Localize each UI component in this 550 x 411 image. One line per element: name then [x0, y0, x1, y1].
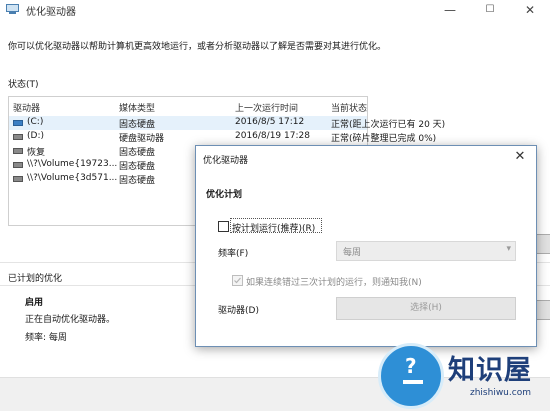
hard-drive-icon — [13, 134, 23, 140]
drive-icon — [13, 148, 23, 154]
drive-name: (D:) — [27, 131, 44, 141]
frequency-label: 频率(F) — [218, 249, 249, 259]
dialog-title: 优化驱动器 — [203, 156, 249, 166]
ssd-drive-icon — [13, 120, 23, 126]
dialog-close-button[interactable]: ✕ — [510, 148, 530, 166]
checkmark-icon — [234, 277, 241, 284]
frequency-value: 每周 — [343, 248, 362, 258]
watermark-logo-icon: ? — [378, 343, 444, 409]
notify-label: 如果连续错过三次计划的运行，则通知我(N) — [246, 278, 422, 288]
close-button[interactable]: ✕ — [510, 0, 550, 22]
frequency-text: 频率: 每周 — [25, 333, 67, 343]
dialog-heading: 优化计划 — [206, 190, 243, 200]
column-header-media[interactable]: 媒体类型 — [119, 101, 155, 114]
column-header-status[interactable]: 当前状态 — [331, 101, 367, 114]
status-label: 状态(T) — [8, 80, 39, 90]
drive-icon — [13, 162, 23, 168]
media-type: 固态硬盘 — [119, 120, 156, 130]
minimize-button[interactable]: — — [430, 0, 470, 22]
chevron-down-icon: ▾ — [506, 244, 511, 254]
drives-label: 驱动器(D) — [218, 306, 259, 316]
drive-name: \\?\Volume{3d571... — [27, 173, 118, 183]
watermark-symbol: ? — [405, 354, 417, 378]
table-row[interactable]: (D:) 硬盘驱动器 2016/8/19 17:28 正常(碎片整理已完成 0%… — [9, 130, 436, 144]
run-on-schedule-checkbox[interactable] — [218, 221, 229, 232]
choose-drives-button[interactable]: 选择(H) — [336, 297, 516, 320]
description-text: 你可以优化驱动器以帮助计算机更高效地运行，或者分析驱动器以了解是否需要对其进行优… — [8, 42, 387, 52]
watermark-brand: 知识屋 — [448, 355, 532, 386]
maximize-button[interactable]: ☐ — [470, 0, 510, 22]
defrag-app-icon — [6, 4, 19, 14]
last-run-time: 2016/8/5 17:12 — [235, 117, 305, 127]
run-on-schedule-label[interactable]: 按计划运行(推荐)(R) — [232, 221, 315, 234]
media-type: 固态硬盘 — [119, 176, 156, 186]
notify-checkbox[interactable] — [232, 275, 243, 286]
scheduled-optimization-label: 已计划的优化 — [8, 274, 63, 284]
table-row[interactable]: (C:) 固态硬盘 2016/8/5 17:12 正常(距上次运行已有 20 天… — [9, 116, 445, 130]
media-type: 固态硬盘 — [119, 148, 156, 158]
column-header-last-run[interactable]: 上一次运行时间 — [235, 101, 298, 114]
window-title: 优化驱动器 — [26, 7, 76, 18]
drive-name: (C:) — [27, 117, 44, 127]
optimization-schedule-dialog: 优化驱动器 ✕ 优化计划 按计划运行(推荐)(R) 频率(F) 每周 ▾ 如果连… — [195, 145, 537, 347]
auto-optimize-text: 正在自动优化驱动器。 — [25, 315, 116, 325]
frequency-select[interactable]: 每周 ▾ — [336, 241, 516, 261]
monitor-stand-shape — [403, 380, 423, 384]
drive-name: \\?\Volume{19723... — [27, 159, 118, 169]
current-status: 正常(距上次运行已有 20 天) — [331, 120, 446, 130]
media-type: 硬盘驱动器 — [119, 134, 165, 144]
last-run-time: 2016/8/19 17:28 — [235, 131, 310, 141]
drive-icon — [13, 176, 23, 182]
watermark-url: zhishiwu.com — [470, 388, 531, 398]
column-header-drive[interactable]: 驱动器 — [13, 101, 40, 114]
schedule-state: 启用 — [25, 298, 44, 308]
media-type: 固态硬盘 — [119, 162, 156, 172]
drive-name: 恢复 — [27, 148, 46, 158]
current-status: 正常(碎片整理已完成 0%) — [331, 134, 437, 144]
